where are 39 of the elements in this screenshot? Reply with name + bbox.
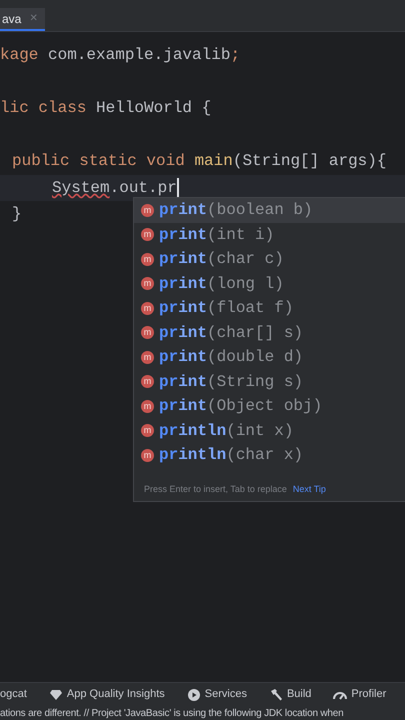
method-icon: m [141, 400, 154, 413]
tool-window-button[interactable]: Build [268, 686, 312, 703]
hint-text: Press Enter to insert, Tab to replace [144, 482, 287, 496]
tool-window-button[interactable]: ogcat [0, 686, 27, 703]
hammer-icon [268, 688, 283, 702]
completion-item[interactable]: m print(double d) [134, 345, 405, 370]
completion-item[interactable]: m print(float f) [134, 296, 405, 320]
completion-item[interactable]: m println(int x) [134, 418, 405, 443]
file-tab[interactable]: ava ✕ [0, 8, 46, 31]
completion-item[interactable]: m print(boolean b) [134, 198, 405, 222]
code-line: } [12, 204, 22, 226]
completion-item[interactable]: m print(long l) [134, 272, 405, 296]
next-tip-link[interactable]: Next Tip [292, 482, 326, 496]
completion-item[interactable]: m print(int i) [134, 222, 405, 247]
method-icon: m [141, 228, 154, 242]
method-icon: m [141, 326, 154, 340]
tool-window-button[interactable]: Profiler [333, 686, 386, 703]
tool-window-button[interactable]: App Quality Insights [48, 686, 165, 703]
code-line: lic class HelloWorld { [0, 98, 212, 120]
method-icon: m [141, 448, 154, 462]
completion-item[interactable]: m print(String s) [134, 370, 405, 394]
method-icon: m [141, 252, 154, 266]
method-icon: m [141, 424, 154, 438]
code-line: public static void main(String[] args){ [12, 151, 386, 172]
method-icon: m [141, 350, 154, 364]
play-icon [186, 688, 201, 702]
completion-item[interactable]: m println(char x) [134, 443, 405, 468]
method-icon: m [141, 277, 154, 290]
gem-icon [48, 688, 63, 702]
completion-item[interactable]: m print(Object obj) [134, 394, 405, 418]
method-icon: m [141, 375, 154, 388]
code-line: System.out.pr [52, 178, 177, 199]
method-icon: m [141, 204, 154, 217]
code-line: kage com.example.javalib; [0, 45, 240, 66]
completion-item[interactable]: m print(char c) [134, 247, 405, 272]
tool-window-button[interactable]: Services [186, 686, 247, 703]
status-message: ations are different. // Project 'JavaBasic' is using the following JDK location when [0, 706, 344, 720]
method-icon: m [141, 302, 154, 315]
completion-item[interactable]: m print(char[] s) [134, 320, 405, 345]
